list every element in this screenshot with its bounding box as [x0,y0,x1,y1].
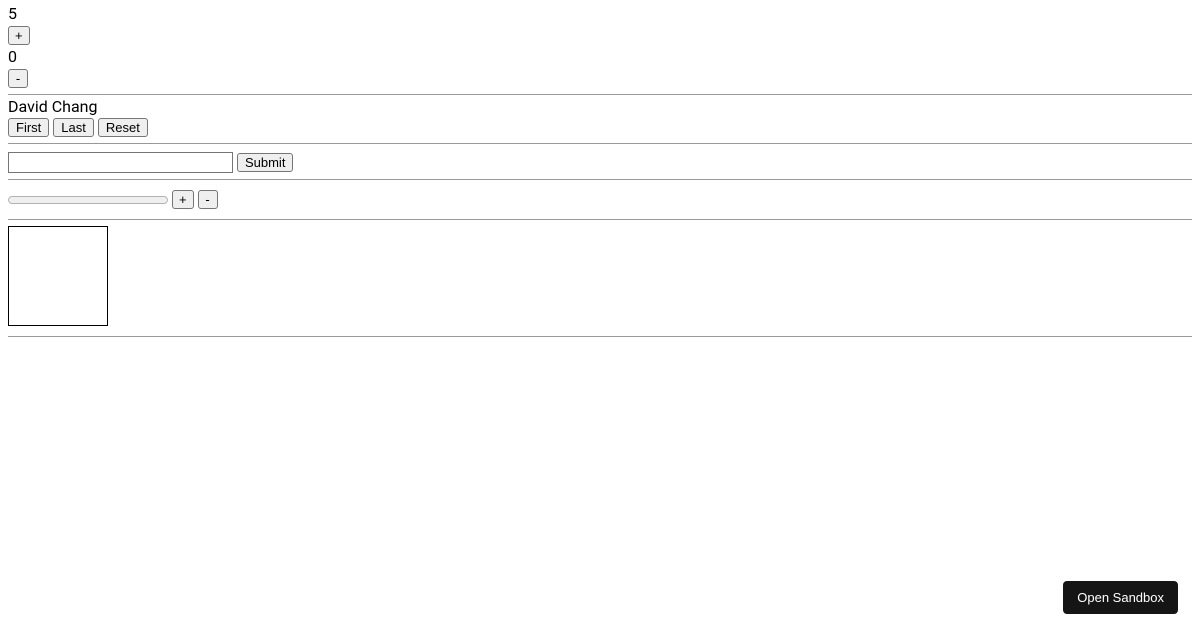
increment-button[interactable]: + [8,26,30,45]
counter-top-value: 5 [8,4,1192,23]
first-button[interactable]: First [8,118,49,137]
progress-bar [8,192,168,208]
progress-decrement-button[interactable]: - [198,190,218,209]
box-section [0,220,1200,336]
text-input[interactable] [8,152,233,173]
counter-section-1: 5 + 0 - [0,0,1200,94]
last-button[interactable]: Last [53,118,94,137]
name-section: David Chang First Last Reset [0,95,1200,143]
reset-button[interactable]: Reset [98,118,148,137]
form-section: Submit [0,144,1200,179]
progress-increment-button[interactable]: + [172,190,194,209]
open-sandbox-button[interactable]: Open Sandbox [1063,581,1178,614]
divider [8,336,1192,337]
progress-section: + - [0,180,1200,219]
decrement-button[interactable]: - [8,69,28,88]
counter-bottom-value: 0 [8,47,1192,66]
color-box [8,226,108,326]
name-display: David Chang [8,97,1192,116]
submit-button[interactable]: Submit [237,153,293,172]
